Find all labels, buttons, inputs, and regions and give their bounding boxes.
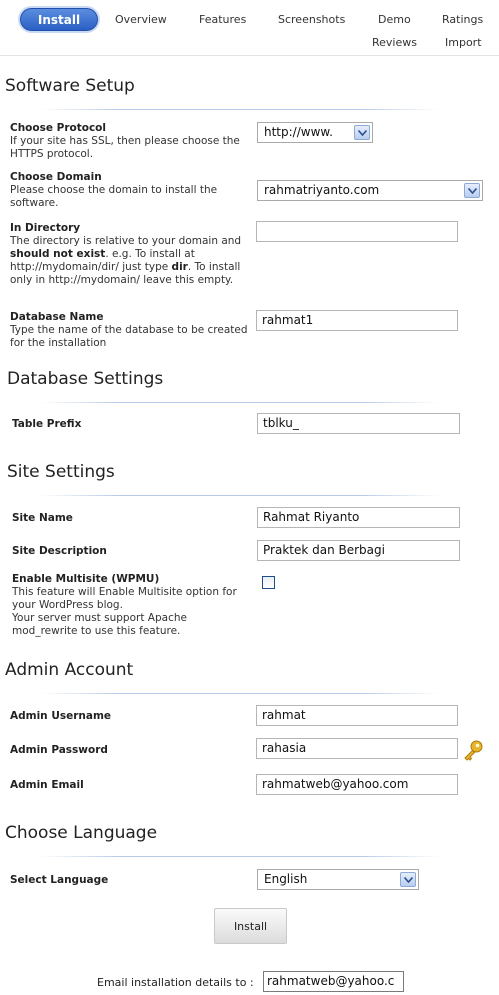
database-name-description: Type the name of the database to be crea… xyxy=(10,324,248,349)
multisite-description-2: Your server must support Apache mod_rewr… xyxy=(12,612,187,637)
table-prefix-label: Table Prefix xyxy=(12,418,82,430)
admin-username-input[interactable]: rahmat xyxy=(256,705,458,726)
language-value: English xyxy=(264,872,308,886)
domain-label: Choose Domain xyxy=(10,171,102,183)
admin-email-label-group: Admin Email xyxy=(10,779,250,792)
tab-install[interactable]: Install xyxy=(20,8,98,31)
tab-demo[interactable]: Demo xyxy=(378,13,411,26)
section-title-software-setup: Software Setup xyxy=(5,76,135,96)
domain-value: rahmatriyanto.com xyxy=(264,183,380,197)
database-name-input[interactable]: rahmat1 xyxy=(256,310,458,331)
database-name-label: Database Name xyxy=(10,311,104,323)
table-prefix-label-group: Table Prefix xyxy=(12,418,252,431)
tabs-divider xyxy=(0,55,499,56)
tab-screenshots[interactable]: Screenshots xyxy=(278,13,345,26)
tab-bar: Install Overview Features Screenshots De… xyxy=(0,0,499,56)
protocol-description: If your site has SSL, then please choose… xyxy=(10,135,240,160)
domain-description: Please choose the domain to install the … xyxy=(10,184,218,209)
site-name-label-group: Site Name xyxy=(12,512,252,525)
protocol-label-group: Choose Protocol If your site has SSL, th… xyxy=(10,122,250,161)
admin-email-label: Admin Email xyxy=(10,779,84,791)
directory-description-part1: The directory is relative to your domain… xyxy=(10,235,242,247)
tab-features[interactable]: Features xyxy=(199,13,246,26)
protocol-select[interactable]: http://www. xyxy=(257,122,373,143)
admin-password-label: Admin Password xyxy=(10,744,108,756)
install-button[interactable]: Install xyxy=(214,908,287,944)
email-details-input[interactable]: rahmatweb@yahoo.c xyxy=(263,971,404,992)
email-details-label: Email installation details to : xyxy=(97,976,254,989)
key-icon[interactable] xyxy=(462,739,484,765)
chevron-down-icon xyxy=(354,125,370,140)
directory-label: In Directory xyxy=(10,222,81,234)
admin-password-label-group: Admin Password xyxy=(10,744,250,757)
chevron-down-icon xyxy=(464,183,480,198)
site-description-label: Site Description xyxy=(12,545,107,557)
admin-username-label-group: Admin Username xyxy=(10,710,250,723)
section-divider xyxy=(40,495,440,496)
section-divider xyxy=(40,856,440,857)
site-name-label: Site Name xyxy=(12,512,73,524)
tab-overview[interactable]: Overview xyxy=(115,13,167,26)
protocol-label: Choose Protocol xyxy=(10,122,106,134)
tab-ratings[interactable]: Ratings xyxy=(442,13,483,26)
language-select[interactable]: English xyxy=(257,869,419,890)
site-name-input[interactable]: Rahmat Riyanto xyxy=(257,507,460,528)
directory-description-bold1: should not exist xyxy=(10,248,106,260)
section-divider xyxy=(40,693,440,694)
multisite-checkbox[interactable] xyxy=(262,576,275,589)
tab-import[interactable]: Import xyxy=(445,36,482,49)
multisite-label: Enable Multisite (WPMU) xyxy=(12,573,160,585)
admin-email-input[interactable]: rahmatweb@yahoo.com xyxy=(256,774,458,795)
multisite-description-1: This feature will Enable Multisite optio… xyxy=(12,586,237,611)
directory-label-group: In Directory The directory is relative t… xyxy=(10,222,250,287)
site-description-input[interactable]: Praktek dan Berbagi xyxy=(257,540,460,561)
language-label-group: Select Language xyxy=(10,874,250,887)
section-title-choose-language: Choose Language xyxy=(5,823,158,843)
directory-input[interactable] xyxy=(256,221,458,242)
site-description-label-group: Site Description xyxy=(12,545,252,558)
table-prefix-input[interactable]: tblku_ xyxy=(257,413,460,434)
section-title-admin-account: Admin Account xyxy=(5,660,134,680)
section-title-database-settings: Database Settings xyxy=(7,369,164,389)
section-divider xyxy=(40,109,440,110)
admin-username-label: Admin Username xyxy=(10,710,112,722)
protocol-value: http://www. xyxy=(264,125,333,139)
admin-password-input[interactable]: rahasia xyxy=(256,738,458,759)
tab-reviews[interactable]: Reviews xyxy=(372,36,417,49)
multisite-label-group: Enable Multisite (WPMU) This feature wil… xyxy=(12,573,248,638)
directory-description-bold2: dir xyxy=(171,261,188,273)
chevron-down-icon xyxy=(400,872,416,887)
database-name-label-group: Database Name Type the name of the datab… xyxy=(10,311,250,350)
domain-label-group: Choose Domain Please choose the domain t… xyxy=(10,171,250,210)
domain-select[interactable]: rahmatriyanto.com xyxy=(257,180,483,201)
section-title-site-settings: Site Settings xyxy=(7,462,115,482)
language-label: Select Language xyxy=(10,874,109,886)
section-divider xyxy=(40,402,440,403)
